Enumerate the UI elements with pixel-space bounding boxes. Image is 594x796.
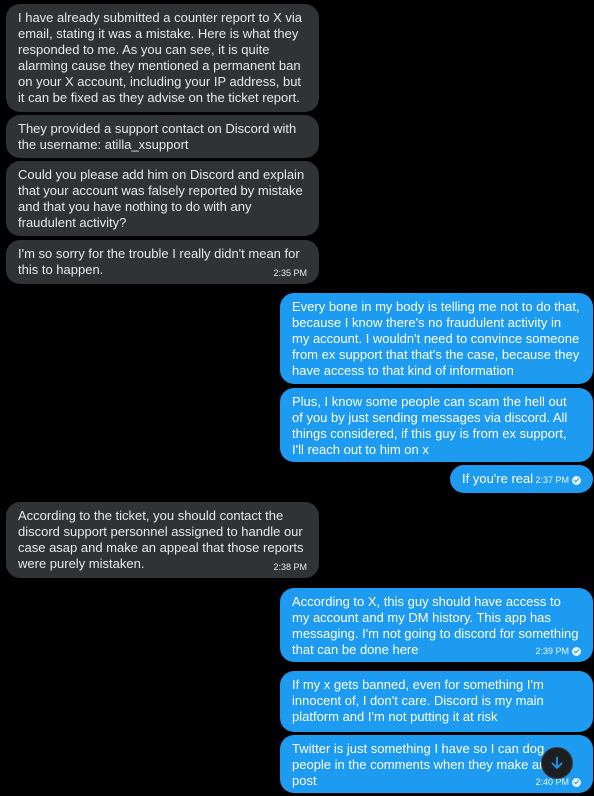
message-text: If my x gets banned, even for something …	[292, 677, 544, 724]
message-timestamp: 2:35 PM	[273, 268, 307, 278]
message-bubble-outgoing[interactable]: If you're real 2:37 PM	[450, 465, 593, 493]
timestamp-text: 2:35 PM	[273, 268, 307, 278]
message-bubble-incoming[interactable]: I'm so sorry for the trouble I really di…	[6, 240, 319, 284]
timestamp-text: 2:37 PM	[535, 475, 569, 485]
sent-check-icon	[572, 475, 581, 485]
message-text: They provided a support contact on Disco…	[18, 121, 297, 152]
message-bubble-outgoing[interactable]: According to X, this guy should have acc…	[280, 588, 593, 662]
message-bubble-incoming[interactable]: They provided a support contact on Disco…	[6, 115, 319, 158]
message-text: According to the ticket, you should cont…	[18, 508, 304, 571]
arrow-down-icon	[551, 756, 563, 769]
sent-check-icon	[572, 646, 581, 656]
message-text: Twitter is just something I have so I ca…	[292, 741, 557, 788]
message-bubble-incoming[interactable]: According to the ticket, you should cont…	[6, 502, 319, 578]
message-bubble-outgoing[interactable]: If my x gets banned, even for something …	[280, 671, 593, 732]
message-text: If you're real	[462, 471, 534, 486]
message-text: Could you please add him on Discord and …	[18, 167, 305, 230]
message-text: I have already submitted a counter repor…	[18, 10, 302, 105]
timestamp-text: 2:38 PM	[273, 562, 307, 572]
message-bubble-outgoing[interactable]: Every bone in my body is telling me not …	[280, 293, 593, 384]
message-text: Plus, I know some people can scam the he…	[292, 394, 568, 457]
message-bubble-outgoing[interactable]: Plus, I know some people can scam the he…	[280, 388, 593, 462]
scroll-to-bottom-button[interactable]	[541, 747, 573, 779]
message-timestamp: 2:39 PM	[535, 646, 581, 656]
message-bubble-incoming[interactable]: Could you please add him on Discord and …	[6, 161, 319, 236]
sent-check-icon	[572, 777, 581, 787]
message-text: I'm so sorry for the trouble I really di…	[18, 246, 300, 277]
message-text: Every bone in my body is telling me not …	[292, 299, 580, 378]
timestamp-text: 2:39 PM	[535, 646, 569, 656]
message-timestamp: 2:37 PM	[535, 475, 581, 485]
message-timestamp: 2:38 PM	[273, 562, 307, 572]
message-bubble-incoming[interactable]: I have already submitted a counter repor…	[6, 4, 319, 112]
